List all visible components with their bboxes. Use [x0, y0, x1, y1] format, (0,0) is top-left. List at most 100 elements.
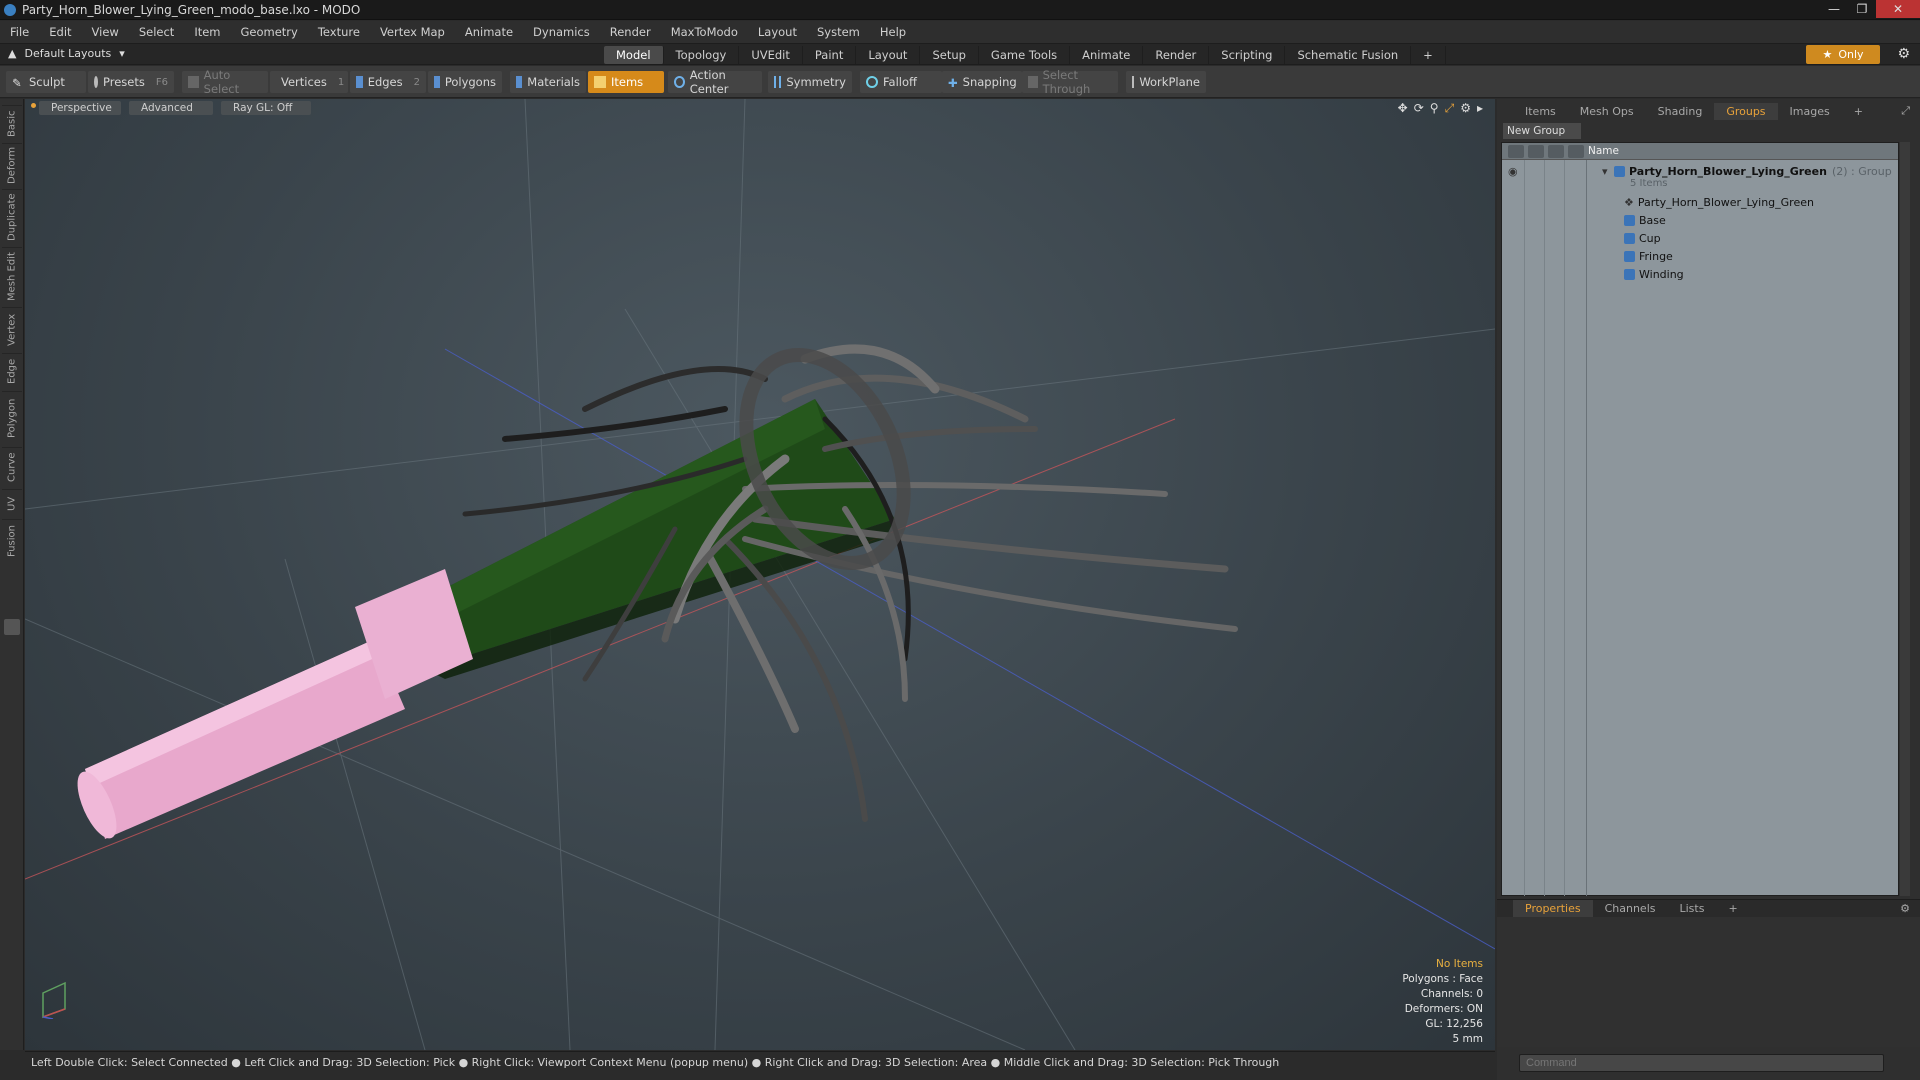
- tree-row-child[interactable]: ❖ Party_Horn_Blower_Lying_Green: [1502, 193, 1898, 211]
- tab-model[interactable]: Model: [604, 46, 664, 64]
- add-tab-icon[interactable]: +: [1716, 900, 1749, 917]
- tab-paint[interactable]: Paint: [803, 46, 857, 64]
- menu-help[interactable]: Help: [870, 25, 916, 39]
- vtab-polygon[interactable]: Polygon: [2, 391, 22, 445]
- tree-row-child[interactable]: Fringe: [1502, 247, 1898, 265]
- panel-toggle-button[interactable]: [4, 619, 20, 635]
- vtab-uv[interactable]: UV: [2, 489, 22, 517]
- fit-icon[interactable]: ⤢: [1445, 101, 1455, 116]
- menu-select[interactable]: Select: [129, 25, 184, 39]
- menu-geometry[interactable]: Geometry: [231, 25, 308, 39]
- vtab-mesh-edit[interactable]: Mesh Edit: [2, 247, 22, 305]
- tree-row-child[interactable]: Base: [1502, 211, 1898, 229]
- menu-maxtomodo[interactable]: MaxToModo: [661, 25, 748, 39]
- new-group-button[interactable]: New Group: [1503, 123, 1581, 139]
- viewport-menu-dot[interactable]: [31, 103, 36, 108]
- add-tab-icon[interactable]: +: [1411, 46, 1446, 64]
- visibility-column-icon[interactable]: [1508, 144, 1524, 158]
- menu-animate[interactable]: Animate: [455, 25, 523, 39]
- tab-setup[interactable]: Setup: [920, 46, 979, 64]
- snapping-button[interactable]: ✚ Snapping: [942, 71, 1022, 93]
- select-column-icon[interactable]: [1568, 144, 1584, 158]
- command-input[interactable]: [1519, 1054, 1884, 1072]
- polygons-button[interactable]: Polygons: [428, 71, 502, 93]
- viewport-expand-icon[interactable]: ▸: [1477, 101, 1483, 116]
- tab-scripting[interactable]: Scripting: [1209, 46, 1286, 64]
- tab-animate[interactable]: Animate: [1070, 46, 1144, 64]
- 3d-viewport[interactable]: Perspective Advanced Ray GL: Off ✥ ⟳ ⚲ ⤢…: [25, 99, 1495, 1050]
- panel-settings-icon[interactable]: ⚙: [1900, 902, 1910, 915]
- tab-game-tools[interactable]: Game Tools: [979, 46, 1071, 64]
- symmetry-button[interactable]: Symmetry: [768, 71, 852, 93]
- tab-groups[interactable]: Groups: [1714, 102, 1778, 120]
- menu-item[interactable]: Item: [184, 25, 230, 39]
- minimize-icon[interactable]: —: [1820, 0, 1848, 18]
- action-center-button[interactable]: Action Center: [668, 68, 762, 96]
- menu-system[interactable]: System: [807, 25, 870, 39]
- vtab-curve[interactable]: Curve: [2, 447, 22, 487]
- menu-bar: File Edit View Select Item Geometry Text…: [0, 21, 1920, 43]
- lock-column-icon[interactable]: [1548, 144, 1564, 158]
- vtab-fusion[interactable]: Fusion: [2, 519, 22, 563]
- only-button[interactable]: ★ Only: [1806, 45, 1880, 64]
- tab-shading[interactable]: Shading: [1646, 103, 1715, 120]
- menu-vertex-map[interactable]: Vertex Map: [370, 25, 455, 39]
- tab-schematic-fusion[interactable]: Schematic Fusion: [1285, 46, 1412, 64]
- auto-select-button[interactable]: Auto Select: [182, 68, 268, 96]
- pan-icon[interactable]: ✥: [1398, 101, 1408, 116]
- gear-icon[interactable]: ⚙: [1897, 46, 1910, 62]
- tab-properties[interactable]: Properties: [1513, 900, 1593, 917]
- items-button[interactable]: Items: [588, 71, 664, 93]
- menu-layout[interactable]: Layout: [748, 25, 807, 39]
- tab-mesh-ops[interactable]: Mesh Ops: [1568, 103, 1646, 120]
- menu-texture[interactable]: Texture: [308, 25, 370, 39]
- vtab-duplicate[interactable]: Duplicate: [2, 189, 22, 245]
- edges-button[interactable]: Edges 2: [350, 71, 426, 93]
- menu-view[interactable]: View: [82, 25, 129, 39]
- tree-row-child[interactable]: Cup: [1502, 229, 1898, 247]
- zoom-icon[interactable]: ⚲: [1430, 101, 1439, 116]
- vertices-label: Vertices: [281, 75, 327, 89]
- vertices-button[interactable]: Vertices 1: [270, 71, 348, 93]
- tab-topology[interactable]: Topology: [664, 46, 740, 64]
- workplane-button[interactable]: WorkPlane: [1126, 71, 1206, 93]
- vtab-basic[interactable]: Basic: [2, 105, 22, 141]
- add-tab-icon[interactable]: +: [1842, 103, 1875, 120]
- tab-layout[interactable]: Layout: [856, 46, 921, 64]
- view-type-dropdown[interactable]: Perspective: [39, 101, 121, 115]
- groups-tree: Name ◉ ▾ Party_Horn_Blower_Lying_Green (…: [1501, 142, 1899, 896]
- materials-button[interactable]: Materials: [510, 71, 586, 93]
- close-icon[interactable]: ✕: [1876, 0, 1920, 18]
- render-column-icon[interactable]: [1528, 144, 1544, 158]
- falloff-button[interactable]: Falloff: [860, 71, 942, 93]
- menu-file[interactable]: File: [0, 25, 39, 39]
- restore-icon[interactable]: ❐: [1848, 0, 1876, 18]
- menu-edit[interactable]: Edit: [39, 25, 81, 39]
- raygl-toggle[interactable]: Ray GL: Off: [221, 101, 311, 115]
- panel-expand-icon[interactable]: ⤢: [1901, 104, 1910, 118]
- sculpt-button[interactable]: ✎ Sculpt: [6, 71, 86, 93]
- tree-scrollbar[interactable]: [1900, 142, 1910, 896]
- vtab-deform[interactable]: Deform: [2, 143, 22, 187]
- tab-images[interactable]: Images: [1778, 103, 1842, 120]
- tab-items[interactable]: Items: [1513, 103, 1568, 120]
- menu-render[interactable]: Render: [600, 25, 661, 39]
- falloff-label: Falloff: [883, 75, 917, 89]
- vtab-edge[interactable]: Edge: [2, 353, 22, 389]
- tab-render[interactable]: Render: [1143, 46, 1210, 64]
- tree-row-child[interactable]: Winding: [1502, 265, 1898, 283]
- menu-dynamics[interactable]: Dynamics: [523, 25, 600, 39]
- mesh-icon: [1624, 232, 1635, 244]
- vtab-vertex[interactable]: Vertex: [2, 307, 22, 351]
- tab-uvedit[interactable]: UVEdit: [739, 46, 803, 64]
- layouts-dropdown[interactable]: ▲ Default Layouts ▾: [8, 47, 125, 60]
- tab-lists[interactable]: Lists: [1668, 900, 1717, 917]
- viewport-info: No Items Polygons : Face Channels: 0 Def…: [1402, 957, 1483, 1047]
- presets-button[interactable]: Presets F6: [88, 71, 174, 93]
- shading-dropdown[interactable]: Advanced: [129, 101, 213, 115]
- rotate-icon[interactable]: ⟳: [1414, 101, 1424, 116]
- tab-channels[interactable]: Channels: [1593, 900, 1668, 917]
- layouts-label: Default Layouts: [24, 47, 112, 60]
- select-through-button[interactable]: Select Through: [1022, 68, 1118, 96]
- viewport-settings-icon[interactable]: ⚙: [1460, 101, 1471, 116]
